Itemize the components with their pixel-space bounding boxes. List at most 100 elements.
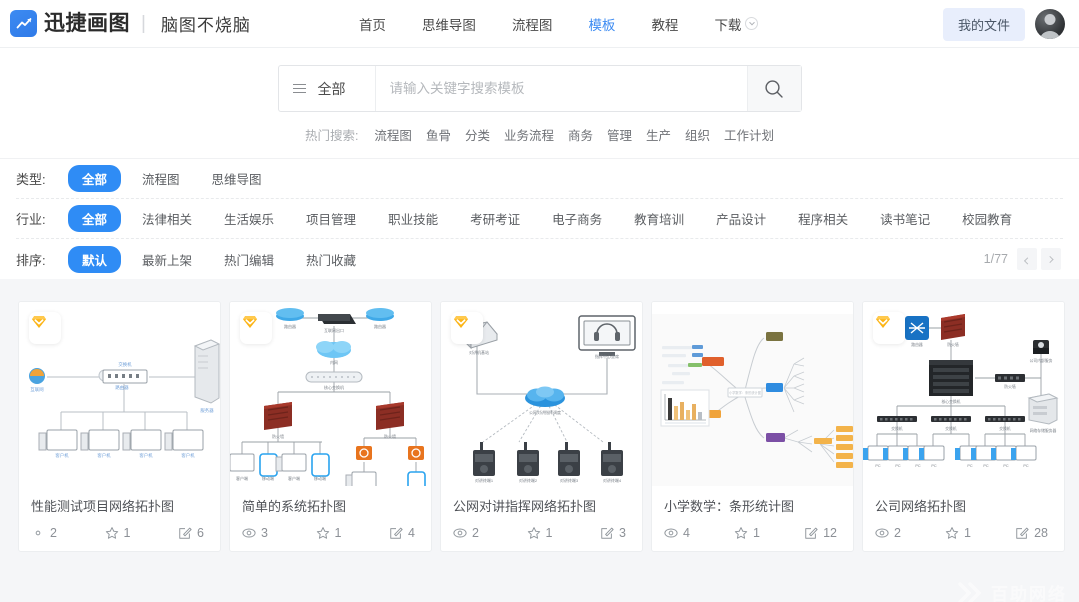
nav-item-mindmap[interactable]: 思维导图: [422, 14, 476, 34]
filter-industry-3[interactable]: 项目管理: [295, 205, 367, 232]
nav-label: 思维导图: [421, 17, 476, 33]
filter-type-flowchart[interactable]: 流程图: [131, 165, 191, 192]
card-body: 小学数学：条形统计图 4 1 12: [652, 486, 853, 551]
favorites-stat: 1: [734, 526, 760, 540]
filter-type-mindmap[interactable]: 思维导图: [201, 165, 273, 192]
svg-text:公网对讲指挥调度: 公网对讲指挥调度: [529, 409, 561, 415]
filter-industry-1[interactable]: 法律相关: [131, 205, 203, 232]
nav-item-tutorial[interactable]: 教程: [651, 14, 678, 34]
card-body: 公网对讲指挥网络拓扑图 2 1 3: [441, 486, 642, 551]
chevron-down-icon: [745, 17, 759, 30]
views-count: 3: [261, 526, 268, 540]
svg-text:核心交换机: 核心交换机: [942, 399, 961, 404]
hot-search-label: 热门搜索:: [304, 129, 359, 143]
search-category-selector[interactable]: 全部: [279, 66, 376, 111]
filter-sort-hot-edit[interactable]: 热门编辑: [213, 246, 285, 273]
search-section: 全部 热门搜索: 流程图 鱼骨 分类 业务流程 商务 管理 生产 组织 工作计划: [0, 48, 1079, 159]
nav-label: 首页: [358, 17, 386, 33]
nav-item-download[interactable]: 下载: [714, 14, 759, 34]
svg-text:对讲机基站: 对讲机基站: [469, 349, 489, 355]
logo[interactable]: 迅捷画图 | 脑图不烧脑: [10, 10, 251, 37]
svg-text:对讲终端1: 对讲终端1: [475, 477, 494, 483]
nav-item-flowchart[interactable]: 流程图: [512, 14, 553, 34]
views-stat: 2: [453, 526, 479, 540]
filter-type-all[interactable]: 全部: [68, 165, 122, 192]
eye-icon: [875, 528, 889, 538]
svg-text:防火墙: 防火墙: [947, 342, 959, 347]
svg-text:对讲终端4: 对讲终端4: [603, 477, 622, 483]
star-icon: [945, 527, 959, 539]
svg-text:PC: PC: [895, 464, 901, 468]
nav-item-home[interactable]: 首页: [359, 14, 386, 34]
template-card[interactable]: 路由器 互联网出口 路由器 内网 核心交换机 防火墙 防火墙 客户端 移动端 客户端 移动端 …: [229, 301, 432, 552]
main-nav: 首页 思维导图 流程图 模板 教程 下载: [359, 14, 759, 34]
star-icon: [105, 527, 118, 539]
favorites-stat: 1: [945, 526, 971, 540]
template-thumbnail: 小学数学：条形统计图: [652, 302, 853, 486]
my-files-button[interactable]: 我的文件: [942, 7, 1025, 41]
filter-industry-8[interactable]: 产品设计: [705, 205, 777, 232]
views-stat: 2: [31, 526, 57, 540]
svg-text:互联网出口: 互联网出口: [324, 327, 344, 333]
template-card[interactable]: 互联网 路由器 交换机 服务器 客户机 客户机 客户机 客户机 性能测试项目网络拓扑图 2…: [18, 301, 221, 552]
card-title: 公网对讲指挥网络拓扑图: [453, 499, 597, 514]
search-button[interactable]: [746, 66, 801, 111]
chevron-right-icon: [1046, 255, 1054, 263]
svg-text:核心交换机: 核心交换机: [324, 384, 344, 390]
filter-sort-default[interactable]: 默认: [68, 245, 122, 273]
edit-square-icon: [179, 527, 192, 539]
filter-industry-5[interactable]: 考研考证: [459, 205, 531, 232]
search-icon: [765, 79, 783, 98]
filter-sort-hot-fav[interactable]: 热门收藏: [295, 246, 367, 273]
vip-diamond-icon: [873, 312, 905, 344]
filter-industry-11[interactable]: 校园教育: [951, 205, 1023, 232]
avatar[interactable]: [1035, 9, 1065, 39]
svg-text:客户机: 客户机: [181, 452, 195, 459]
svg-text:路由器: 路由器: [115, 384, 129, 391]
hot-tag-8[interactable]: 工作计划: [724, 125, 774, 144]
filter-industry-2[interactable]: 生活娱乐: [213, 205, 285, 232]
svg-text:PC: PC: [967, 464, 973, 468]
views-stat: 4: [664, 526, 690, 540]
hot-tag-4[interactable]: 商务: [568, 125, 593, 144]
hot-tag-1[interactable]: 鱼骨: [426, 125, 451, 144]
filter-row-sort: 排序: 默认 最新上架 热门编辑 热门收藏 1/77: [16, 239, 1063, 279]
filter-industry-7[interactable]: 教育培训: [623, 205, 695, 232]
filter-industry-10[interactable]: 读书笔记: [869, 205, 941, 232]
favorites-stat: 1: [105, 526, 130, 540]
views-count: 4: [683, 526, 690, 540]
hot-tag-7[interactable]: 组织: [685, 125, 710, 144]
card-title: 公司网络拓扑图: [875, 499, 967, 514]
card-stats: 2 1 6: [31, 526, 208, 540]
hot-tag-3[interactable]: 业务流程: [504, 125, 554, 144]
svg-text:对讲终端3: 对讲终端3: [560, 477, 579, 483]
prev-page-button[interactable]: [1017, 248, 1037, 270]
edit-square-icon: [1016, 527, 1029, 539]
template-card[interactable]: 对讲机基站 指挥中心坐席 公网对讲指挥调度 对讲终端1 对讲终端2 对讲终端3 对讲终端…: [440, 301, 643, 552]
favorites-stat: 1: [527, 526, 552, 540]
edit-square-icon: [805, 527, 818, 539]
hot-tag-2[interactable]: 分类: [465, 125, 490, 144]
hot-tag-0[interactable]: 流程图: [374, 125, 412, 144]
hot-tag-5[interactable]: 管理: [607, 125, 632, 144]
nav-item-templates[interactable]: 模板: [588, 14, 615, 34]
template-card[interactable]: 路由器 防火墙 核心交换机 防火墙 公司内部服务 网络存储服务器 交换机 交换机 交换机 …: [862, 301, 1065, 552]
edits-stat: 6: [178, 526, 204, 540]
svg-text:公司内部服务: 公司内部服务: [1030, 358, 1053, 363]
card-stats: 2 1 3: [453, 526, 630, 540]
svg-text:指挥中心坐席: 指挥中心坐席: [595, 353, 619, 359]
filter-industry-all[interactable]: 全部: [68, 205, 122, 232]
template-card[interactable]: 小学数学：条形统计图 小学数学：条形统计图 4 1 12: [651, 301, 854, 552]
filter-sort-newest[interactable]: 最新上架: [131, 246, 203, 273]
hot-tag-6[interactable]: 生产: [646, 125, 671, 144]
svg-text:交换机: 交换机: [118, 361, 132, 368]
edits-stat: 28: [1015, 526, 1048, 540]
logo-text: 迅捷画图: [44, 12, 130, 35]
edits-stat: 4: [389, 526, 415, 540]
filter-industry-6[interactable]: 电子商务: [541, 205, 613, 232]
search-input[interactable]: [375, 66, 747, 111]
next-page-button[interactable]: [1041, 248, 1061, 270]
filter-industry-4[interactable]: 职业技能: [377, 205, 449, 232]
filter-industry-9[interactable]: 程序相关: [787, 205, 859, 232]
views-stat: 3: [242, 526, 268, 540]
